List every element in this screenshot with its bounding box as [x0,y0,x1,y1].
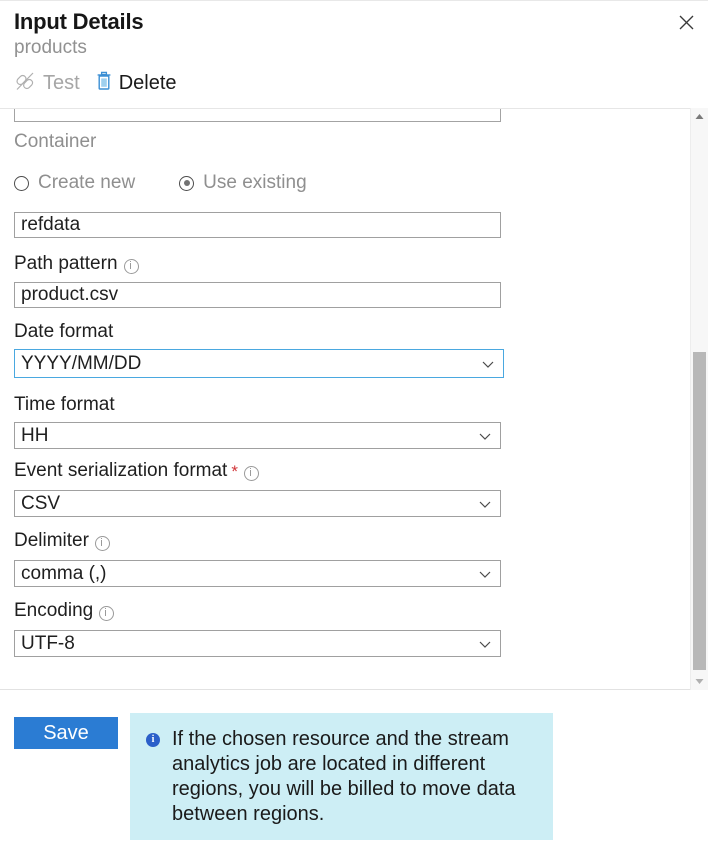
chevron-down-icon [478,637,492,651]
test-button-label: Test [43,73,80,93]
plug-disconnected-icon [14,70,36,97]
time-format-value: HH [21,425,48,447]
event-serialization-format-value: CSV [21,493,60,515]
chevron-down-icon [478,429,492,443]
delimiter-select[interactable]: comma (,) [14,560,501,587]
required-marker: * [231,463,238,480]
caret-up-icon[interactable] [691,108,708,125]
date-format-label: Date format [14,321,113,343]
delete-button-label: Delete [119,73,177,93]
time-format-select[interactable]: HH [14,422,501,449]
time-format-label: Time format [14,394,115,416]
info-banner: If the chosen resource and the stream an… [130,713,553,840]
info-circle-icon[interactable] [99,606,114,621]
trash-icon [96,71,112,96]
radio-label-create-new: Create new [38,172,135,194]
chevron-down-icon [481,357,495,371]
container-name-input[interactable] [14,212,501,238]
delimiter-value: comma (,) [21,563,107,585]
radio-circle-create-new [14,176,29,191]
chevron-down-icon [478,497,492,511]
test-button[interactable]: Test [14,68,96,98]
date-format-value: YYYY/MM/DD [21,353,141,375]
encoding-value: UTF-8 [21,633,75,655]
scrollbar-thumb[interactable] [693,352,706,670]
event-serialization-format-label: Event serialization format * [14,460,259,482]
info-circle-icon[interactable] [244,466,259,481]
clipped-text-input-above[interactable] [14,108,501,122]
path-pattern-label: Path pattern [14,253,139,275]
radio-circle-use-existing [179,176,194,191]
info-filled-icon [146,733,160,747]
command-bar: Test Delete [14,68,193,98]
page-title: Input Details [14,9,143,35]
save-button[interactable]: Save [14,717,118,749]
close-icon[interactable] [672,8,700,36]
info-circle-icon[interactable] [95,536,110,551]
encoding-select[interactable]: UTF-8 [14,630,501,657]
path-pattern-input[interactable] [14,282,501,308]
caret-down-icon[interactable] [691,673,708,690]
radio-create-new[interactable]: Create new [14,172,135,194]
radio-label-use-existing: Use existing [203,172,307,194]
form-scroll-region: Container Create new Use existing Path p… [0,108,708,690]
info-circle-icon[interactable] [124,259,139,274]
container-label: Container [14,131,96,153]
encoding-label: Encoding [14,600,114,622]
vertical-scrollbar[interactable] [690,108,708,690]
container-radio-group: Create new Use existing [14,172,307,194]
info-banner-text: If the chosen resource and the stream an… [172,727,543,827]
event-serialization-format-select[interactable]: CSV [14,490,501,517]
chevron-down-icon [478,567,492,581]
radio-use-existing[interactable]: Use existing [179,172,307,194]
delete-button[interactable]: Delete [96,68,193,98]
delimiter-label: Delimiter [14,530,110,552]
date-format-select[interactable]: YYYY/MM/DD [14,349,504,378]
page-subtitle: products [14,37,87,59]
